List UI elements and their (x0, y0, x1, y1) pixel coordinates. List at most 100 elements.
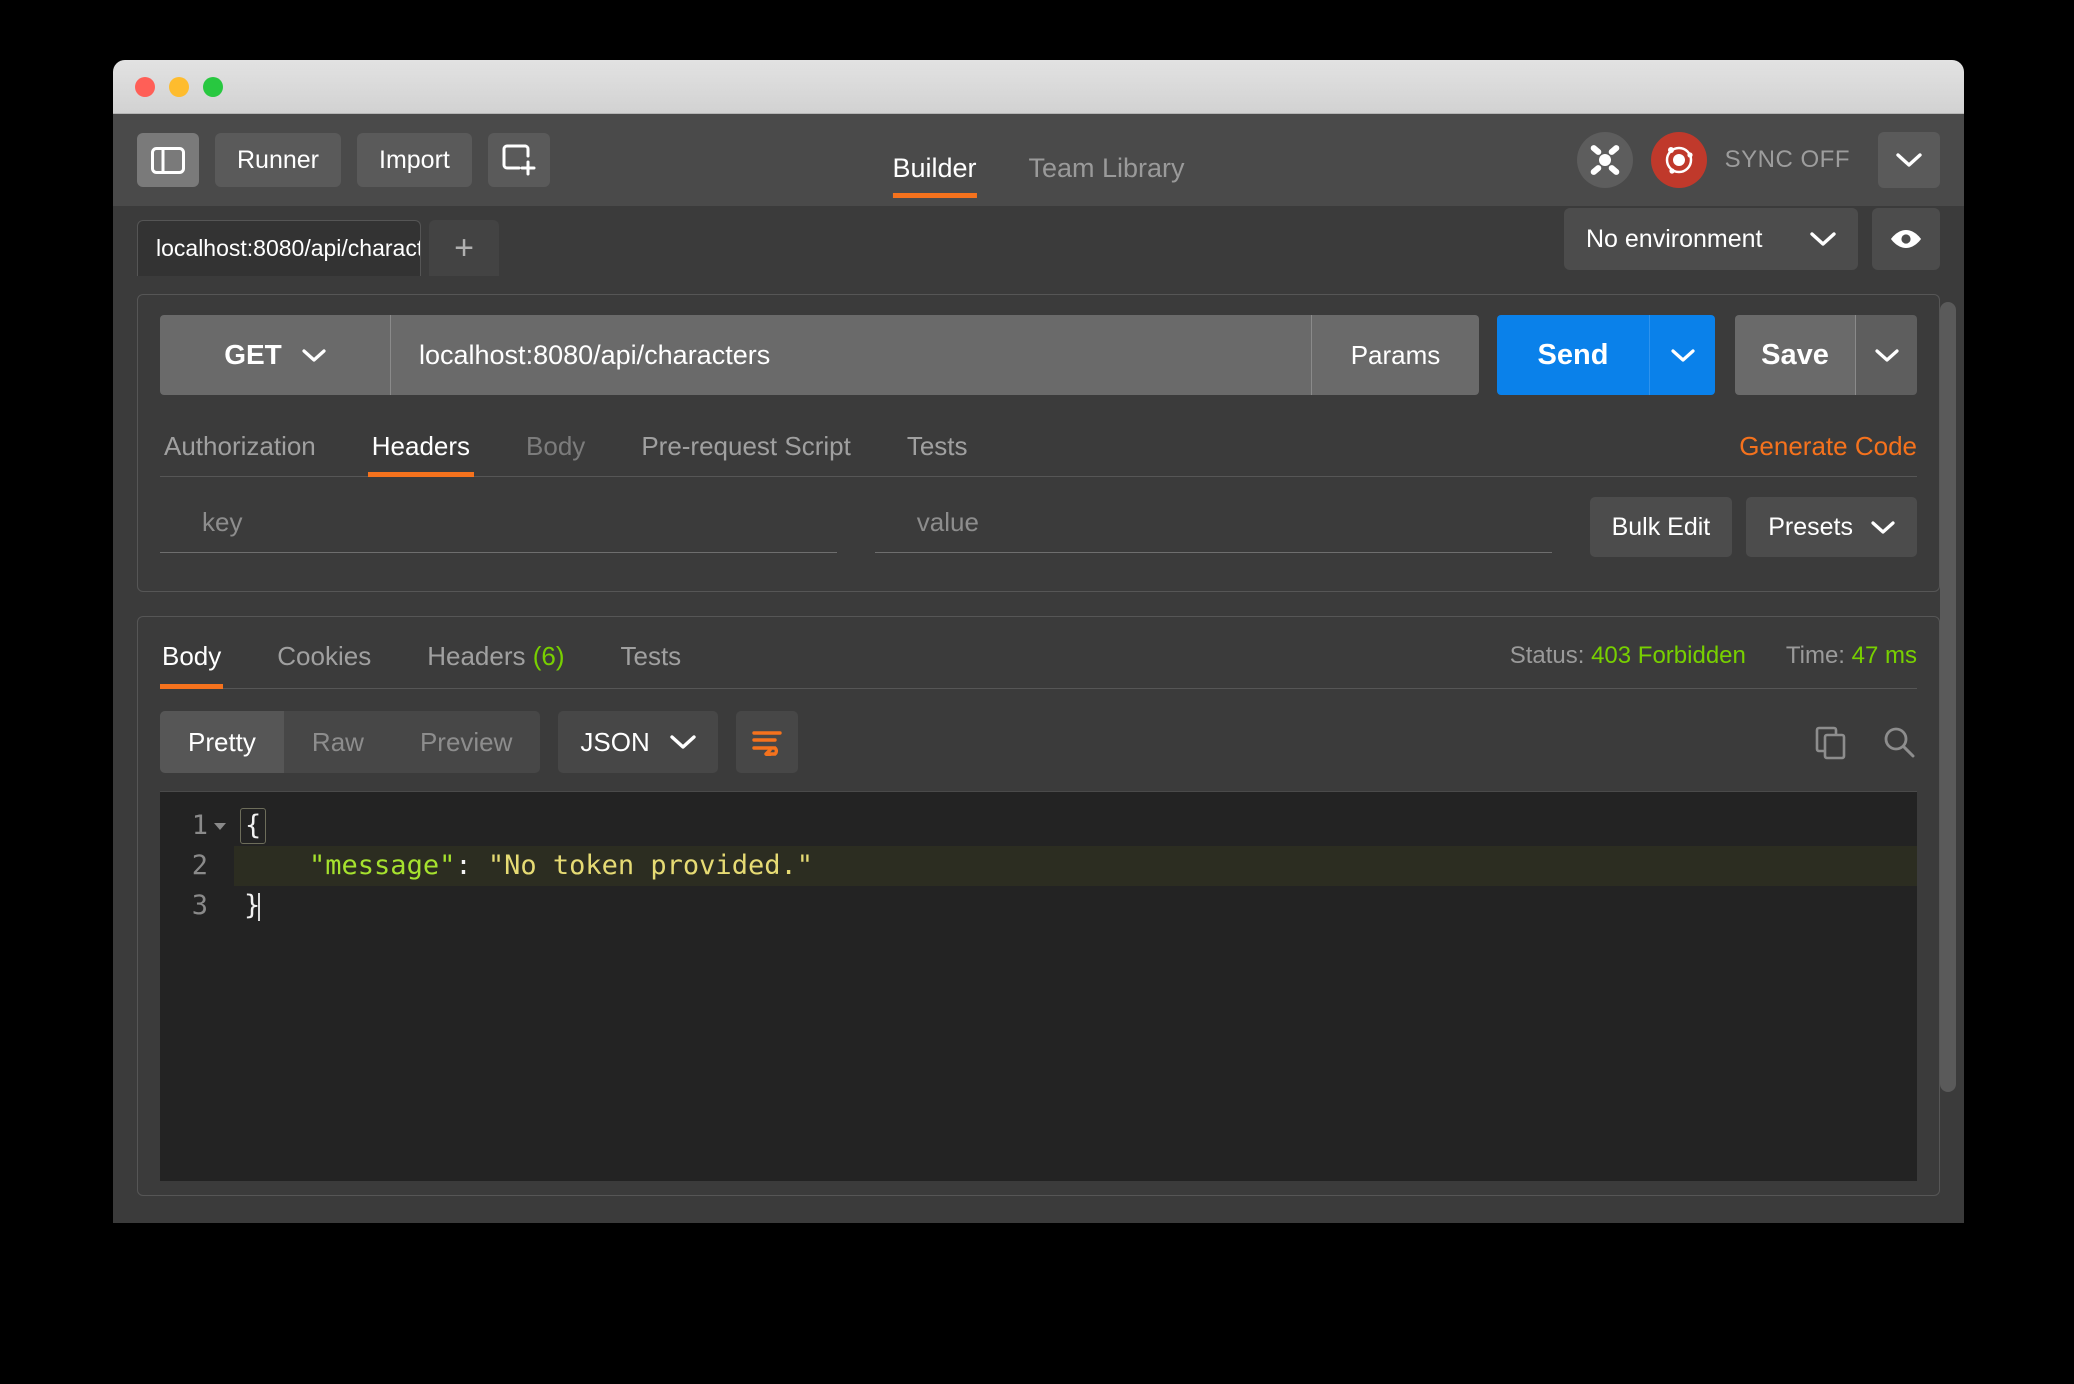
main-content: GET localhost:8080/api/characters Params (113, 294, 1964, 1223)
interceptor-button[interactable] (1576, 132, 1633, 188)
url-row: GET localhost:8080/api/characters Params (160, 315, 1917, 395)
save-button[interactable]: Save (1735, 315, 1855, 395)
chevron-down-icon (302, 348, 326, 363)
request-tab-active[interactable]: localhost:8080/api/charact (137, 220, 421, 276)
main-nav-tabs: Builder Team Library (892, 114, 1185, 206)
chevron-down-icon (1896, 152, 1922, 168)
time-value: 47 ms (1851, 642, 1917, 669)
word-wrap-icon (751, 728, 783, 756)
response-tab-headers[interactable]: Headers (6) (425, 641, 566, 688)
interceptor-icon (1588, 143, 1622, 177)
view-mode-pretty-label: Pretty (188, 726, 256, 757)
response-tab-cookies-label: Cookies (277, 641, 372, 671)
response-tab-body-label: Body (162, 641, 222, 671)
presets-button[interactable]: Presets (1746, 497, 1917, 557)
response-tab-headers-label: Headers (427, 641, 526, 671)
status-value: 403 Forbidden (1591, 642, 1746, 669)
chevron-down-icon (1670, 348, 1695, 363)
response-tab-cookies[interactable]: Cookies (275, 641, 373, 688)
zoom-window-button[interactable] (203, 76, 223, 97)
method-select[interactable]: GET (160, 315, 390, 395)
request-tab-tests[interactable]: Tests (903, 431, 972, 476)
bulk-edit-label: Bulk Edit (1611, 512, 1711, 541)
request-section-tabs: Authorization Headers Body Pre-request S… (160, 417, 1917, 477)
response-tab-body[interactable]: Body (160, 641, 224, 689)
sync-status-label: SYNC OFF (1724, 146, 1850, 173)
view-mode-raw[interactable]: Raw (284, 711, 392, 773)
environment-select[interactable]: No environment (1564, 208, 1858, 270)
presets-label: Presets (1768, 512, 1853, 541)
code-token-open-brace: { (240, 808, 267, 844)
save-label: Save (1761, 338, 1829, 371)
runner-button[interactable]: Runner (215, 133, 341, 187)
header-value-input[interactable]: value (874, 507, 1552, 553)
postman-window: Runner Import Builder Team Library SYNC … (113, 60, 1964, 1223)
code-token-colon: : (455, 850, 488, 881)
search-icon[interactable] (1881, 724, 1917, 760)
code-token-key: "message" (309, 850, 456, 881)
chevron-down-icon (1810, 231, 1836, 247)
request-tab-prerequest-script[interactable]: Pre-request Script (637, 431, 855, 476)
headers-actions: Bulk Edit Presets (1589, 497, 1917, 557)
send-options-button[interactable] (1649, 315, 1715, 395)
minimize-window-button[interactable] (169, 76, 189, 97)
response-body-code-viewer[interactable]: 1 2 3 { "message": "No token provided." … (160, 791, 1917, 1181)
generate-code-link[interactable]: Generate Code (1739, 431, 1917, 476)
response-format-select[interactable]: JSON (558, 711, 718, 773)
header-key-placeholder: key (202, 507, 243, 537)
response-view-mode-group: Pretty Raw Preview (160, 711, 541, 773)
app-toolbar: Runner Import Builder Team Library SYNC … (113, 114, 1964, 206)
bulk-edit-button[interactable]: Bulk Edit (1589, 497, 1733, 557)
code-token-string: "No token provided." (487, 850, 813, 881)
response-format-value: JSON (580, 726, 650, 757)
environment-quick-look-button[interactable] (1872, 208, 1940, 270)
line-number[interactable]: 1 (160, 806, 234, 846)
sidebar-toggle-button[interactable] (137, 133, 199, 187)
view-mode-preview[interactable]: Preview (392, 711, 540, 773)
scrollbar-thumb[interactable] (1940, 302, 1956, 1092)
text-cursor (258, 892, 261, 921)
code-gutter: 1 2 3 (160, 792, 234, 1181)
sidebar-toggle-icon (151, 146, 185, 174)
new-window-button[interactable] (487, 133, 550, 187)
send-button[interactable]: Send (1497, 315, 1649, 395)
request-tab-headers[interactable]: Headers (367, 431, 475, 477)
import-button[interactable]: Import (357, 133, 472, 187)
save-options-button[interactable] (1855, 315, 1917, 395)
params-label: Params (1350, 339, 1441, 370)
content-scrollbar[interactable] (1940, 302, 1956, 1142)
url-value: localhost:8080/api/characters (419, 339, 771, 370)
new-request-tab-button[interactable]: + (429, 220, 499, 276)
sync-status-icon (1660, 141, 1698, 179)
request-panel: GET localhost:8080/api/characters Params (137, 294, 1940, 592)
runner-label: Runner (237, 145, 319, 174)
response-meta: Status: 403 Forbidden Time: 47 ms (1510, 642, 1917, 688)
response-tab-tests[interactable]: Tests (619, 641, 684, 688)
params-button[interactable]: Params (1311, 315, 1479, 395)
sync-status-button[interactable] (1650, 132, 1707, 188)
url-input[interactable]: localhost:8080/api/characters (390, 315, 1311, 395)
copy-icon[interactable] (1813, 724, 1849, 760)
time-readout: Time: 47 ms (1786, 642, 1917, 670)
generate-code-label: Generate Code (1739, 431, 1917, 461)
view-mode-preview-label: Preview (419, 726, 513, 757)
tab-builder[interactable]: Builder (892, 153, 977, 206)
view-mode-pretty[interactable]: Pretty (160, 711, 284, 773)
chevron-down-icon (670, 734, 696, 750)
account-menu-button[interactable] (1878, 132, 1940, 188)
close-window-button[interactable] (135, 76, 155, 97)
request-tab-tests-label: Tests (906, 431, 968, 461)
response-tab-tests-label: Tests (620, 641, 682, 671)
code-line: { (234, 806, 1917, 846)
view-mode-raw-label: Raw (311, 726, 364, 757)
header-key-input[interactable]: key (160, 507, 837, 553)
request-tab-label: localhost:8080/api/charact (156, 235, 421, 261)
response-body-tools (1813, 724, 1917, 760)
status-label: Status: (1509, 642, 1585, 669)
word-wrap-button[interactable] (735, 711, 798, 773)
save-button-group: Save (1735, 315, 1917, 395)
header-value-placeholder: value (916, 507, 979, 537)
request-tab-authorization[interactable]: Authorization (160, 431, 320, 476)
tab-team-library[interactable]: Team Library (1028, 153, 1184, 206)
request-tab-body[interactable]: Body (522, 431, 589, 476)
